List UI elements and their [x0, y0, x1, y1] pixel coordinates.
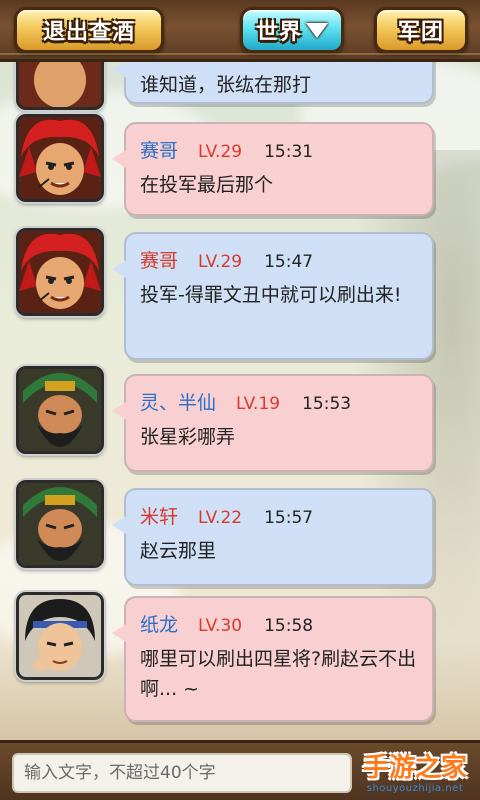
message-text: 在投军最后那个	[140, 174, 274, 196]
sender-name[interactable]: 纸龙	[140, 610, 178, 637]
sender-level: LV.19	[236, 394, 281, 414]
message-bubble: 纸龙 LV.30 15:58 哪里可以刷出四星将?刷赵云不出啊... ~	[112, 596, 434, 722]
legion-channel-button[interactable]: 军团	[374, 7, 468, 53]
sender-name[interactable]: 米轩	[140, 502, 178, 529]
sender-level: LV.30	[198, 616, 243, 636]
sender-level: LV.29	[198, 252, 243, 272]
exit-tavern-button[interactable]: 退出查酒	[14, 7, 164, 53]
message-time: 15:53	[302, 394, 352, 414]
message-text: 张星彩哪弄	[140, 426, 236, 448]
avatar-ling-ban-xian[interactable]	[16, 366, 104, 454]
avatar-mi-xuan[interactable]	[16, 480, 104, 568]
message-text: 谁知道，张纮在那打	[140, 74, 312, 96]
sender-name[interactable]: 赛哥	[140, 136, 178, 163]
message-time: 15:47	[264, 252, 314, 272]
message-bubble: 赛哥 LV.29 15:31 在投军最后那个	[112, 122, 434, 216]
message-bubble: 灵、半仙 LV.19 15:53 张星彩哪弄	[112, 374, 434, 472]
message-bubble: 米轩 LV.22 15:57 赵云那里	[112, 488, 434, 586]
chat-list[interactable]: 谁知道，张纮在那打 赛哥 LV.29 15:31 在投军最后那个 赛哥 LV.2…	[0, 62, 480, 740]
message-text: 投军-得罪文丑中就可以刷出来!	[140, 284, 402, 306]
message-bubble: 谁知道，张纮在那打	[112, 62, 434, 104]
dropdown-arrow-icon	[306, 22, 328, 38]
sender-level: LV.22	[198, 508, 243, 528]
message-time: 15:31	[264, 142, 314, 162]
chat-input[interactable]	[12, 753, 352, 793]
bottom-input-bar: 手游之家 shouyouzhijia.net	[0, 740, 480, 800]
message-bubble: 赛哥 LV.29 15:47 投军-得罪文丑中就可以刷出来!	[112, 232, 434, 360]
site-badge-url: shouyouzhijia.net	[366, 782, 464, 794]
sender-level: LV.29	[198, 142, 243, 162]
message-text: 赵云那里	[140, 540, 217, 562]
message-time: 15:58	[264, 616, 314, 636]
message-time: 15:57	[264, 508, 314, 528]
world-channel-label: 世界	[255, 20, 302, 45]
top-bar: 退出查酒 世界 军团	[0, 0, 480, 62]
site-badge-title: 手游之家	[362, 752, 467, 783]
message-text: 哪里可以刷出四星将?刷赵云不出啊... ~	[140, 648, 417, 700]
avatar-sai-ge[interactable]	[16, 114, 104, 202]
sender-name[interactable]: 灵、半仙	[140, 388, 216, 415]
avatar-zhi-long[interactable]	[16, 592, 104, 680]
world-channel-dropdown[interactable]: 世界	[240, 7, 344, 53]
site-badge[interactable]: 手游之家 shouyouzhijia.net	[356, 745, 474, 800]
avatar[interactable]	[16, 62, 104, 110]
sender-name[interactable]: 赛哥	[140, 246, 178, 273]
avatar-sai-ge[interactable]	[16, 228, 104, 316]
